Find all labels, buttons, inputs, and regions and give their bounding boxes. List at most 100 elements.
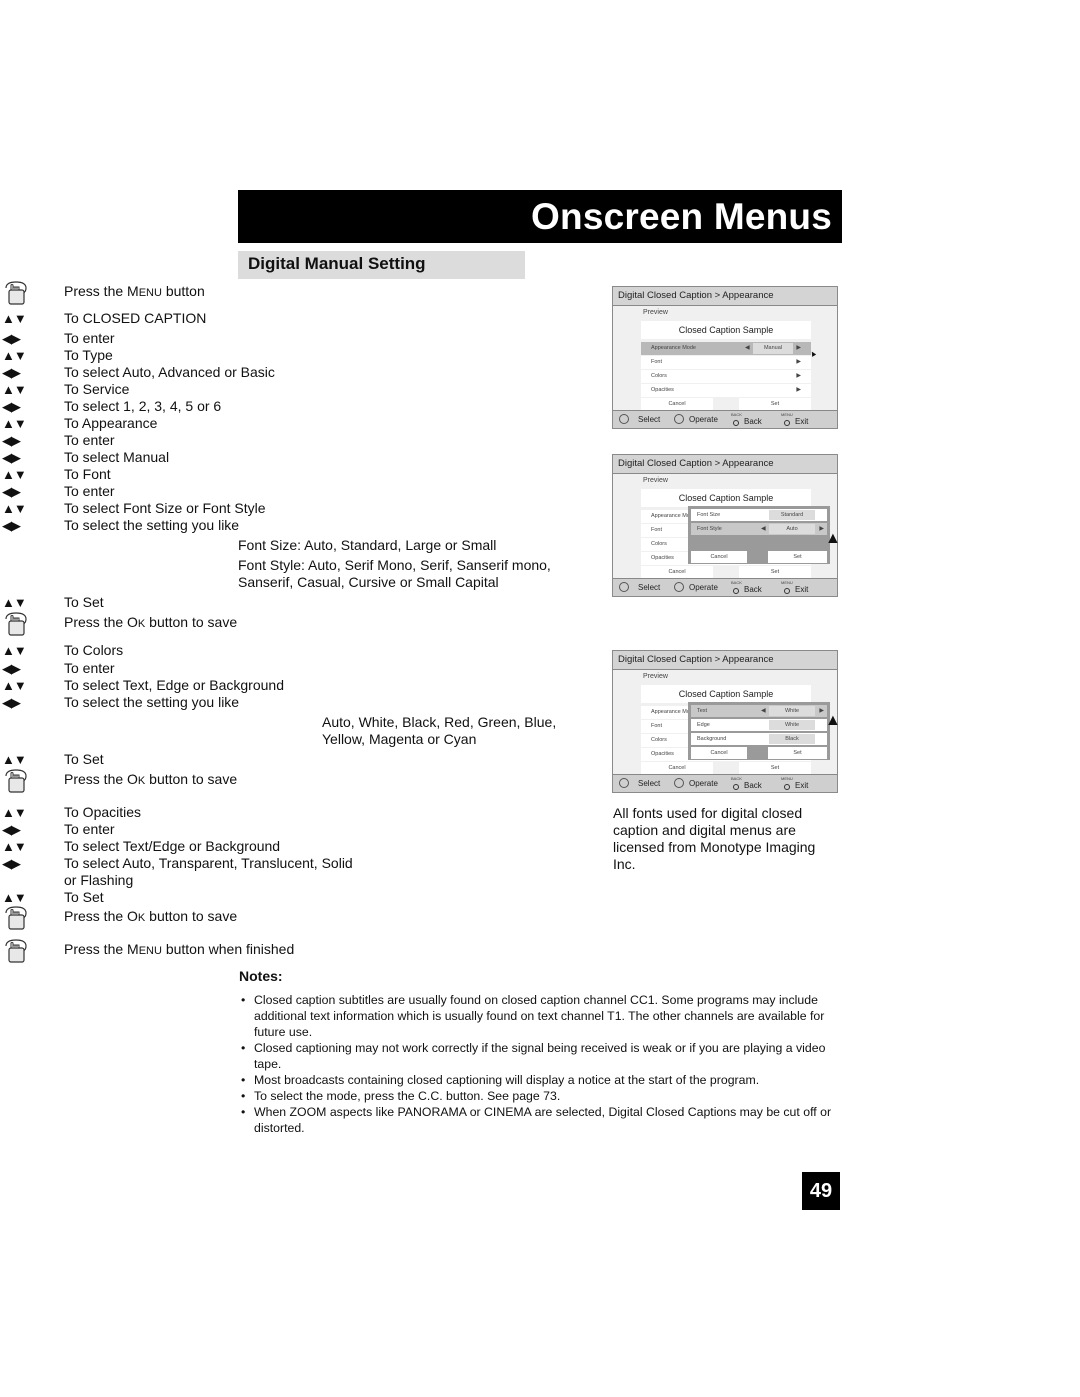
menu-row-label: Colors [651,541,667,547]
menu-row[interactable]: Opacities ▶ [641,384,811,397]
up-down-arrows-icon: ▲▼ [2,643,27,658]
step-text: Press the MENU button [64,283,205,299]
footer-back-label: Back [744,585,762,594]
up-down-arrows-icon: ▲▼ [2,467,27,482]
left-arrow-icon: ◀ [761,708,766,714]
menu-row-label: Colors [651,737,667,743]
menu-row-label: Appearance Mo [651,513,690,519]
submenu-row-label: Font Style [697,526,722,532]
submenu-row-label: Font Size [697,512,721,518]
right-arrow-icon: ▶ [819,526,824,532]
footer-exit-label: Exit [795,585,809,594]
left-right-arrows-icon: ◀▶ [2,433,21,448]
panel-breadcrumb: Digital Closed Caption > Appearance [613,455,837,474]
set-button[interactable]: Set [739,566,811,578]
step-text: To Set [64,594,104,610]
step-text: Press the MENU button when finished [64,941,295,957]
menu-row-label: Font [651,527,663,533]
left-right-arrows-icon: ◀▶ [2,331,21,346]
exit-button-icon [784,784,790,790]
step-text: To enter [64,330,115,346]
operate-dpad-icon [674,414,684,424]
panel-footer: Select Operate BACK Back MENU Exit [613,578,837,596]
left-arrow-icon: ◀ [761,526,766,532]
back-button-icon [733,784,739,790]
menu-row-label: Font [651,723,663,729]
submenu-row-value: White [769,706,815,716]
pointer-cursor-icon: ▲ [825,712,841,729]
submenu-row[interactable]: Edge White [691,719,827,731]
step-text: Press the OK button to save [64,908,238,924]
hand-press-icon [2,937,30,965]
menu-key-label: MENU [781,776,793,781]
right-arrow-icon: ▶ [819,708,824,714]
back-button-icon [733,420,739,426]
menu-row[interactable]: Font ▶ [641,356,811,369]
menu-row[interactable]: Appearance Mode ◀ Manual ▶ [641,342,811,355]
set-button[interactable]: Set [739,398,811,410]
submenu-overlay: Text ◀ White ▶ Edge White Background Black Cance… [688,702,830,760]
page-title: Onscreen Menus [531,196,832,237]
up-down-arrows-icon: ▲▼ [2,678,27,693]
menu-row-value: Manual [753,343,793,354]
color-options-line2: Yellow, Magenta or Cyan [322,731,477,747]
left-right-arrows-icon: ◀▶ [2,856,21,871]
operate-dpad-icon [674,778,684,788]
back-button-icon [733,588,739,594]
menu-row-label: Appearance Mo [651,709,690,715]
submenu-cancel-button[interactable]: Cancel [691,551,747,563]
cancel-button[interactable]: Cancel [641,762,713,774]
footer-select-label: Select [638,583,661,592]
submenu-set-button[interactable]: Set [768,747,827,759]
submenu-row[interactable]: Text ◀ White ▶ [691,705,827,717]
left-right-arrows-icon: ◀▶ [2,822,21,837]
menu-row-label: Colors [651,373,667,379]
hand-press-icon [2,767,30,795]
step-text: To enter [64,483,115,499]
footer-select-label: Select [638,415,661,424]
operate-dpad-icon [674,582,684,592]
select-dpad-icon [619,778,629,788]
preview-label: Preview [643,673,668,680]
step-text: To Appearance [64,415,158,431]
submenu-row-value: Auto [769,524,815,534]
cancel-button[interactable]: Cancel [641,566,713,578]
menu-row-label: Opacities [651,555,674,561]
left-right-arrows-icon: ◀▶ [2,365,21,380]
header-bar: Onscreen Menus [238,190,842,243]
menu-key-label: MENU [781,580,793,585]
left-arrow-icon: ◀ [745,345,750,351]
note-item: When ZOOM aspects like PANORAMA or CINEM… [238,1104,838,1136]
submenu-cancel-button[interactable]: Cancel [691,747,747,759]
font-size-note: Font Size: Auto, Standard, Large or Smal… [238,537,497,553]
step-text: To Service [64,381,130,397]
set-button[interactable]: Set [739,762,811,774]
step-text: To select Auto, Transparent, Translucent… [64,855,353,888]
preview-label: Preview [643,309,668,316]
notes-list: Closed caption subtitles are usually fou… [238,992,838,1136]
note-item: Most broadcasts containing closed captio… [238,1072,838,1088]
submenu-set-button[interactable]: Set [768,551,827,563]
exit-button-icon [784,588,790,594]
left-right-arrows-icon: ◀▶ [2,661,21,676]
step-text: To Set [64,751,104,767]
submenu-row[interactable]: Font Style ◀ Auto ▶ [691,523,827,535]
pointer-cursor-icon: ▲ [825,530,841,547]
submenu-row-value: Black [769,734,815,744]
submenu-row[interactable]: Background Black [691,733,827,745]
cancel-button[interactable]: Cancel [641,398,713,410]
submenu-row-value: Standard [769,510,815,520]
submenu-row[interactable]: Font Size Standard [691,509,827,521]
color-options-line1: Auto, White, Black, Red, Green, Blue, [322,714,557,730]
step-text: To Colors [64,642,124,658]
submenu-row-value: White [769,720,815,730]
step-text: To Set [64,889,104,905]
right-arrow-icon: ▶ [796,373,801,379]
submenu-row-label: Text [697,708,708,714]
menu-row[interactable]: Colors ▶ [641,370,811,383]
font-style-note-line2: Sanserif, Casual, Cursive or Small Capit… [238,574,499,590]
right-arrow-icon: ▶ [796,387,801,393]
menu-key-label: MENU [781,412,793,417]
up-down-arrows-icon: ▲▼ [2,595,27,610]
preview-label: Preview [643,477,668,484]
